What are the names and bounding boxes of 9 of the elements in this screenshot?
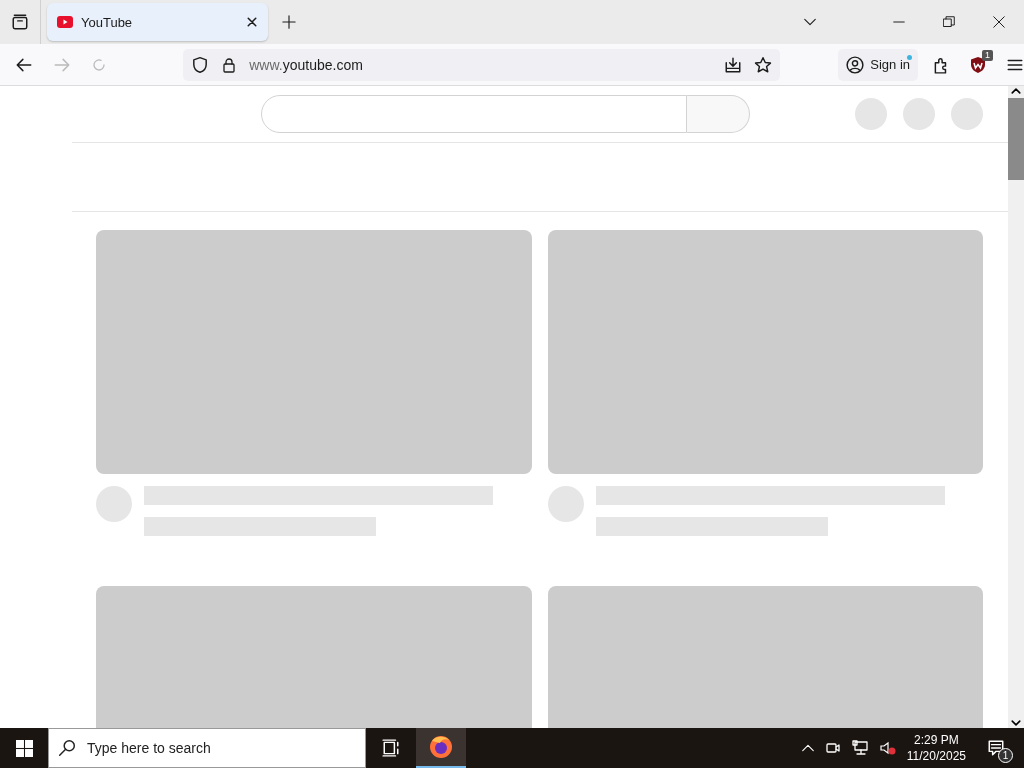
- browser-tab[interactable]: YouTube: [47, 3, 268, 41]
- url-text: www.youtube.com: [249, 56, 364, 73]
- notification-count: 1: [998, 748, 1013, 763]
- taskbar-search-field[interactable]: Type here to search: [48, 728, 366, 768]
- address-bar[interactable]: www.youtube.com: [183, 48, 781, 81]
- extension-badge: 1: [982, 49, 993, 61]
- clock-time: 2:29 PM: [914, 732, 959, 748]
- sign-in-button[interactable]: Sign in: [838, 48, 918, 81]
- clock-date: 11/20/2025: [906, 748, 966, 764]
